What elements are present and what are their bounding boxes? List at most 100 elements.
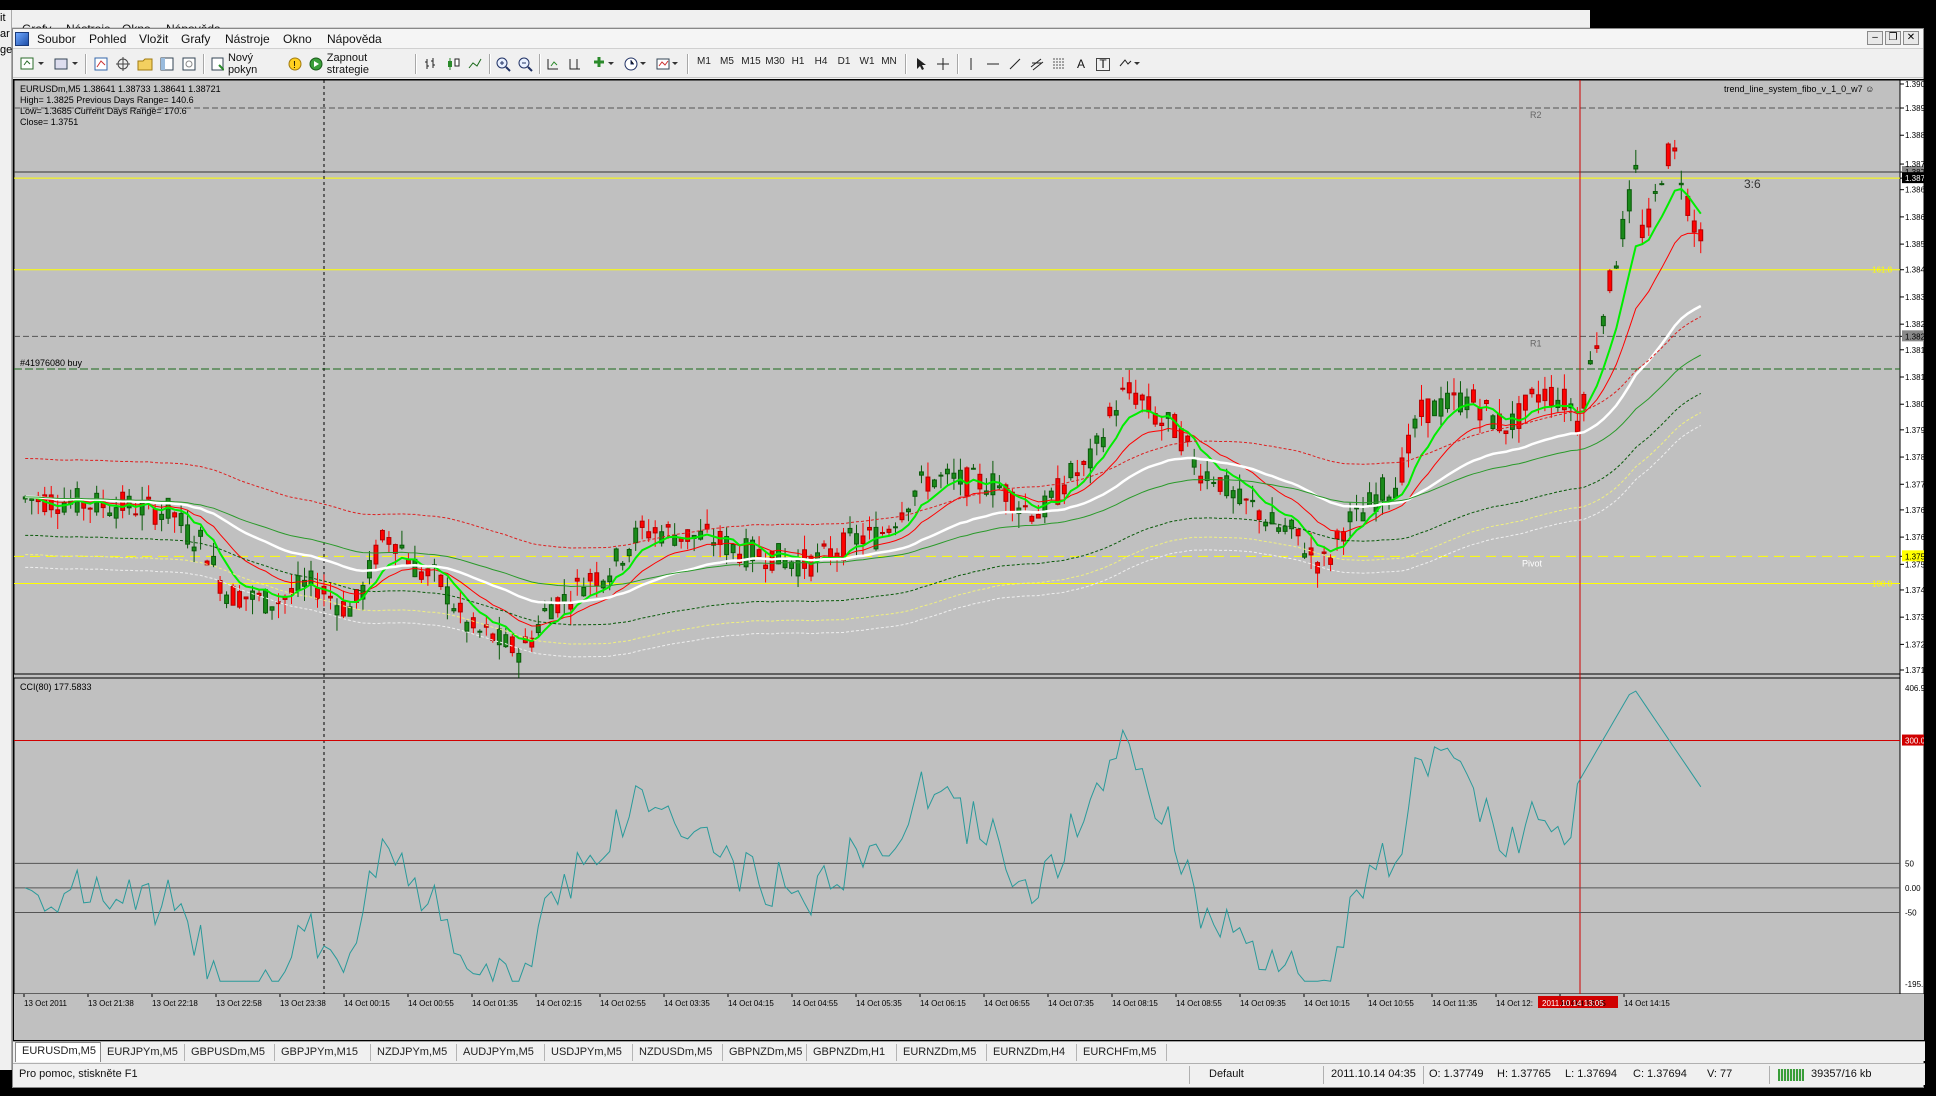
expert-warning-button[interactable]: ! [285,54,305,74]
candle-body [626,548,632,557]
chart-canvas[interactable]: 1.390151.389401.388551.387651.387401.387… [14,80,1924,1040]
clock-icon [624,57,646,71]
menu-pohled[interactable]: Pohled [89,32,126,46]
enable-strategies-label: Zapnout strategie [326,52,369,76]
auto-scroll-icon [547,59,558,70]
time-tick-label: 14 Oct 08:55 [1176,999,1222,1008]
new-chart-button[interactable] [17,54,47,74]
navigator-button[interactable] [113,54,133,74]
label-button[interactable]: T [1093,54,1113,74]
candle-body [542,608,548,612]
timeframe-w1[interactable]: W1 [856,56,878,67]
candle-body [191,546,197,552]
candle-body [880,531,885,534]
chart-tab[interactable]: AUDJPYm,M5 [457,1044,545,1061]
chart-tab[interactable]: EURJPYm,M5 [101,1044,185,1061]
candle-body [1354,507,1360,510]
chart-tab[interactable]: NZDUSDm,M5 [633,1044,723,1061]
folder-button[interactable] [135,54,155,74]
candle-body [944,468,950,475]
menu-soubor[interactable]: Soubor [37,32,76,46]
chart-tab[interactable]: NZDJPYm,M5 [371,1044,457,1061]
candle-body [925,476,931,492]
time-tick-label: 14 Oct 03:35 [664,999,710,1008]
fibonacci-icon [1053,58,1065,69]
market-watch-button[interactable] [91,54,111,74]
zoom-out-icon [518,57,533,72]
line-chart-button[interactable] [465,54,485,74]
profiles-button[interactable] [51,54,81,74]
candle-body [178,513,184,527]
candle-body [1035,513,1041,519]
timeframe-m15[interactable]: M15 [740,56,762,67]
chart-tab[interactable]: GBPUSDm,M5 [185,1044,275,1061]
indicators-button[interactable] [589,54,619,74]
menu-napoveda[interactable]: Nápověda [327,32,382,46]
enable-strategies-button[interactable]: Zapnout strategie [307,52,411,76]
terminal-button[interactable] [157,54,177,74]
chart-tab[interactable]: EURCHFm,M5 [1077,1044,1167,1061]
candle-body [1587,360,1593,365]
vertical-line-button[interactable] [961,54,981,74]
zoom-out-button[interactable] [515,54,535,74]
crosshair-button[interactable] [933,54,953,74]
timeframe-m5[interactable]: M5 [716,56,738,67]
timeframe-h4[interactable]: H4 [810,56,832,67]
candle-body [1185,435,1191,443]
price-tick-label: 1.39015 [1905,80,1924,89]
timeframe-m1[interactable]: M1 [693,56,715,67]
candle-body [1120,387,1126,390]
candle-body [704,523,710,530]
chart-tab[interactable]: GBPJPYm,M15 [275,1044,371,1061]
templates-button[interactable] [653,54,683,74]
bar-chart-button[interactable] [421,54,441,74]
status-low: L: 1.37694 [1565,1068,1617,1080]
periods-button[interactable] [621,54,651,74]
chart-window-icon[interactable] [15,32,29,46]
time-tick-label: 14 Oct 01:35 [472,999,518,1008]
menu-nastroje[interactable]: Nástroje [225,32,270,46]
candle-body [1237,488,1243,505]
candle-body [1691,220,1697,233]
menu-vlozit[interactable]: Vložit [139,32,168,46]
fibonacci-button[interactable] [1049,54,1069,74]
chart-tab[interactable]: EURNZDm,H4 [987,1044,1077,1061]
candle-body [1315,562,1321,574]
timeframe-h1[interactable]: H1 [787,56,809,67]
chart-shift-icon [569,59,580,70]
chart-shift-button[interactable] [565,54,585,74]
horizontal-line-button[interactable] [983,54,1003,74]
help-text: Pro pomoc, stiskněte F1 [19,1068,138,1080]
cci-panel[interactable] [14,677,1901,995]
candle-body [1230,490,1236,499]
text-button[interactable]: A [1071,54,1091,74]
auto-scroll-button[interactable] [543,54,563,74]
chart-tab[interactable]: USDJPYm,M5 [545,1044,633,1061]
chart-tab[interactable]: EURNZDm,M5 [897,1044,987,1061]
timeframe-mn[interactable]: MN [878,56,900,67]
menu-grafy[interactable]: Grafy [181,32,210,46]
channel-button[interactable] [1027,54,1047,74]
candle-body [607,575,613,583]
trendline-button[interactable] [1005,54,1025,74]
price-tick-label: 1.37935 [1905,426,1924,435]
window-icon [160,57,174,71]
minimize-button[interactable]: – [1867,31,1883,45]
timeframe-d1[interactable]: D1 [833,56,855,67]
candle-body [1620,218,1626,240]
price-chart[interactable]: 1.390151.389401.388551.387651.387401.387… [13,79,1925,1041]
restore-button[interactable]: ❐ [1885,31,1901,45]
zoom-in-button[interactable] [493,54,513,74]
close-button[interactable]: ✕ [1903,31,1919,45]
arrows-button[interactable] [1115,54,1145,74]
candle-chart-button[interactable] [443,54,463,74]
candle-body [600,580,606,589]
timeframe-m30[interactable]: M30 [764,56,786,67]
tester-button[interactable] [179,54,199,74]
cursor-button[interactable] [911,54,931,74]
chart-tab[interactable]: GBPNZDm,M5 [723,1044,807,1061]
chart-tab[interactable]: GBPNZDm,H1 [807,1044,897,1061]
chart-tab[interactable]: EURUSDm,M5 [15,1042,101,1062]
menu-okno[interactable]: Okno [283,32,312,46]
new-order-button[interactable]: Nový pokyn [209,52,283,76]
